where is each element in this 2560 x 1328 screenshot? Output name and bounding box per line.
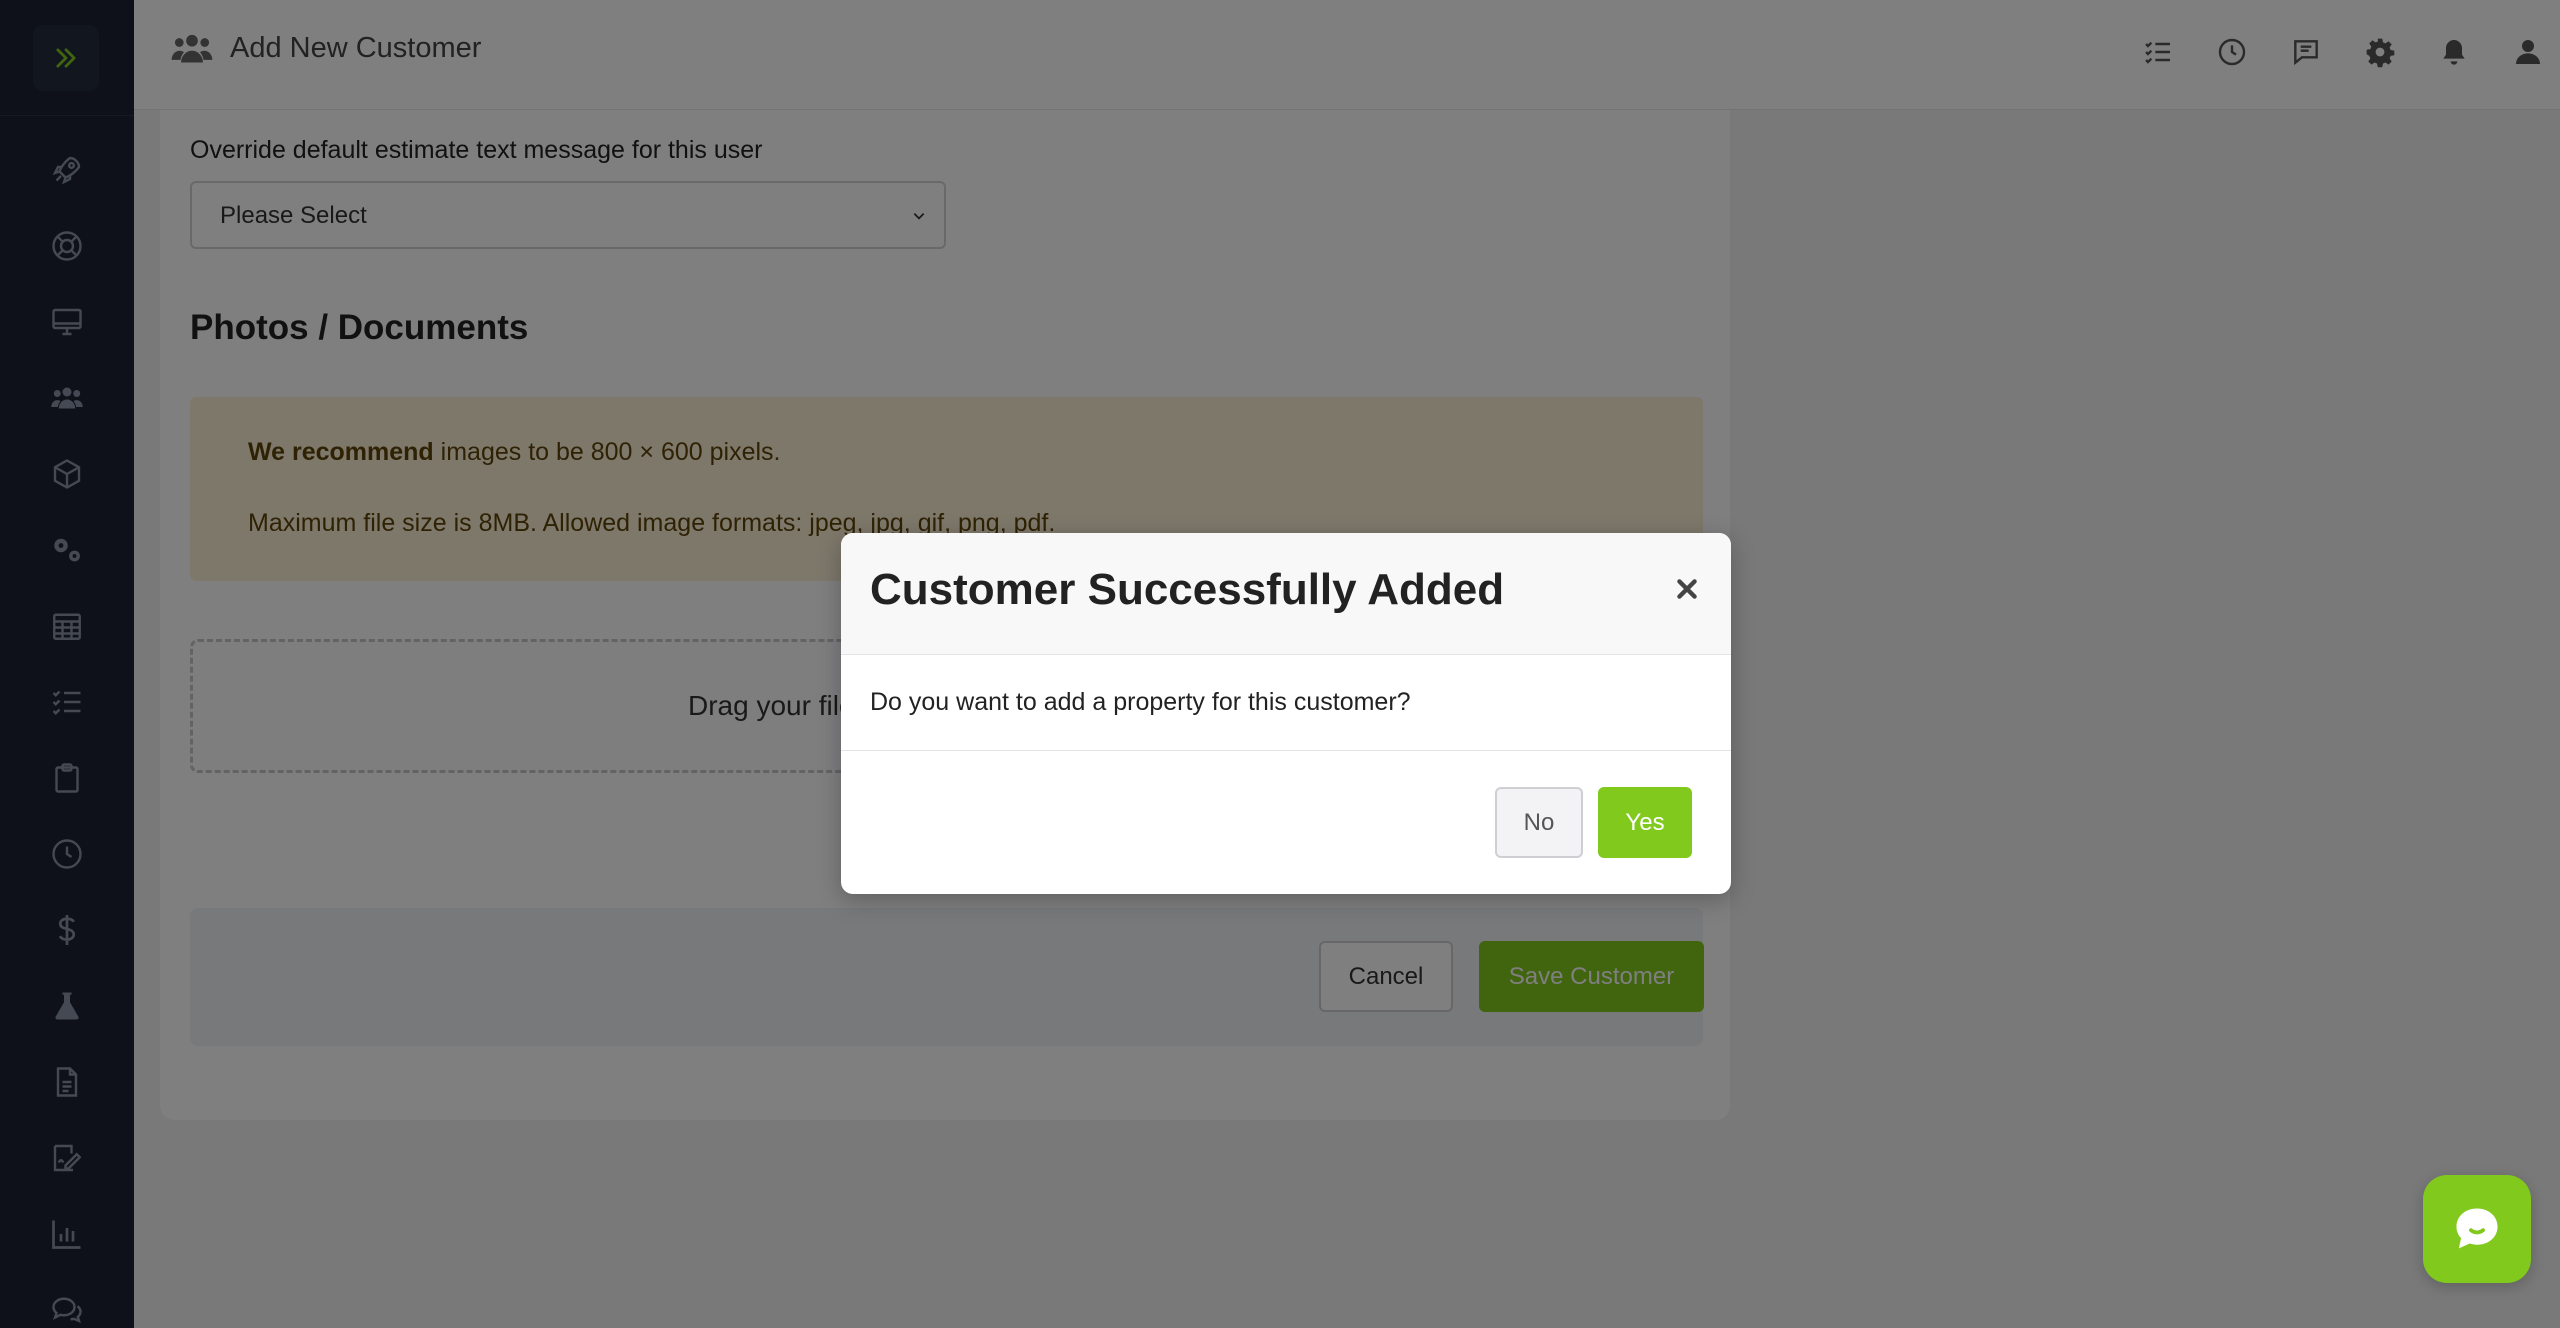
yes-button[interactable]: Yes <box>1598 787 1692 858</box>
chat-bubble-icon <box>2456 1208 2498 1249</box>
modal-close-button[interactable] <box>1667 569 1707 609</box>
modal-body: Do you want to add a property for this c… <box>841 655 1731 751</box>
modal-message: Do you want to add a property for this c… <box>870 688 1411 716</box>
modal-header: Customer Successfully Added <box>841 533 1731 655</box>
success-modal: Customer Successfully Added Do you want … <box>841 533 1731 894</box>
chat-launcher-button[interactable] <box>2423 1175 2531 1283</box>
no-button[interactable]: No <box>1495 787 1583 858</box>
modal-title: Customer Successfully Added <box>870 565 1505 614</box>
close-icon <box>1677 579 1697 599</box>
